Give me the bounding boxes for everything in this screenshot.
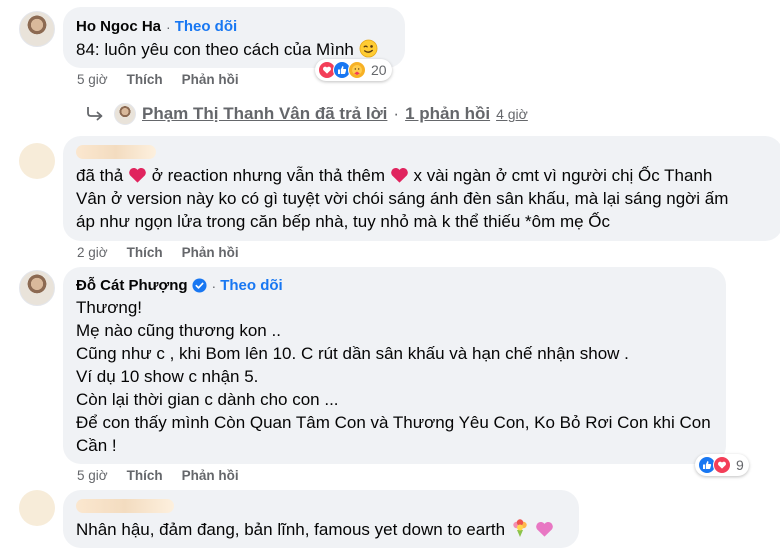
comment-line: Nhân hậu, đảm đang, bản lĩnh, famous yet…	[76, 518, 554, 541]
heart-icon	[713, 456, 731, 474]
timestamp[interactable]: 2 giờ	[77, 245, 108, 260]
verified-badge-icon	[192, 278, 207, 293]
comment-line: Mẹ nào cũng thương kon ..	[76, 321, 281, 340]
comment-line: Còn lại thời gian c dành cho con ...	[76, 390, 339, 409]
reply-button[interactable]: Phản hồi	[182, 245, 239, 260]
separator-dot: ·	[393, 104, 400, 123]
comment-line: đã thả ở reaction nhưng vẫn thả thêm x v…	[76, 166, 713, 185]
comment-actions: 2 giờ Thích Phản hồi	[77, 245, 239, 260]
reaction-summary[interactable]: 9	[695, 454, 749, 476]
reply-timestamp[interactable]: 4 giờ	[496, 106, 528, 122]
avatar[interactable]	[19, 143, 55, 179]
avatar	[114, 103, 136, 125]
bouquet-emoji-icon	[513, 519, 527, 537]
red-heart-emoji-icon	[390, 168, 408, 183]
separator-dot: ·	[211, 277, 217, 294]
reaction-count: 9	[736, 457, 744, 473]
comment-text: Thương! Mẹ nào cũng thương kon .. Cũng n…	[76, 296, 711, 457]
pink-heart-emoji-icon	[535, 522, 553, 537]
wink-emoji-icon	[359, 39, 378, 58]
avatar[interactable]	[19, 490, 55, 526]
comment-line: Để con thấy mình Còn Quan Tâm Con và Thư…	[76, 413, 711, 432]
author-name-redacted	[76, 145, 156, 159]
reply-button[interactable]: Phản hồi	[182, 468, 239, 483]
timestamp[interactable]: 5 giờ	[77, 72, 108, 87]
replier-name[interactable]: Phạm Thị Thanh Vân đã trả lời	[142, 104, 387, 124]
author-name[interactable]: Đỗ Cát Phượng	[76, 277, 188, 294]
red-heart-emoji-icon	[129, 168, 146, 183]
author-name[interactable]: Ho Ngoc Ha	[76, 18, 161, 35]
view-replies-link[interactable]: Phạm Thị Thanh Vân đã trả lời · 1 phản h…	[86, 103, 528, 125]
avatar[interactable]	[19, 11, 55, 47]
comment-header: Ho Ngoc Ha · Theo dõi	[76, 18, 237, 35]
comment-actions: 5 giờ Thích Phản hồi	[77, 468, 239, 483]
separator-dot: ·	[166, 18, 171, 35]
avatar[interactable]	[19, 270, 55, 306]
comment-text: đã thả ở reaction nhưng vẫn thả thêm x v…	[76, 164, 728, 233]
timestamp[interactable]: 5 giờ	[77, 468, 108, 483]
like-button[interactable]: Thích	[127, 245, 163, 260]
comment-text: 84: luôn yêu con theo cách của Mình	[76, 38, 378, 61]
follow-button[interactable]: Theo dõi	[220, 277, 283, 294]
care-icon	[348, 61, 366, 79]
like-button[interactable]: Thích	[127, 468, 163, 483]
reaction-count: 20	[371, 62, 387, 78]
reply-count[interactable]: 1 phản hồi	[405, 104, 490, 124]
author-name-redacted	[76, 499, 174, 513]
comment-line: Ví dụ 10 show c nhận 5.	[76, 367, 259, 386]
comment-line: áp như ngọn lửa trong căn bếp nhà, tuy n…	[76, 212, 611, 231]
comment-header: Đỗ Cát Phượng · Theo dõi	[76, 277, 283, 294]
follow-button[interactable]: Theo dõi	[175, 18, 238, 35]
comment-text: Nhân hậu, đảm đang, bản lĩnh, famous yet…	[76, 518, 554, 541]
comment-line: Thương!	[76, 298, 142, 317]
comment-line: Vân ở version này ko có gì tuyệt vời chó…	[76, 189, 729, 208]
comment-line: Cũng như c , khi Bom lên 10. C rút dần s…	[76, 344, 629, 363]
comment-actions: 5 giờ Thích Phản hồi	[77, 72, 239, 87]
reply-arrow-icon	[87, 107, 103, 121]
reply-button[interactable]: Phản hồi	[182, 72, 239, 87]
comment-line: Cần !	[76, 436, 117, 455]
reaction-summary[interactable]: 20	[315, 59, 392, 81]
comment-line: 84: luôn yêu con theo cách của Mình	[76, 38, 378, 61]
like-button[interactable]: Thích	[127, 72, 163, 87]
